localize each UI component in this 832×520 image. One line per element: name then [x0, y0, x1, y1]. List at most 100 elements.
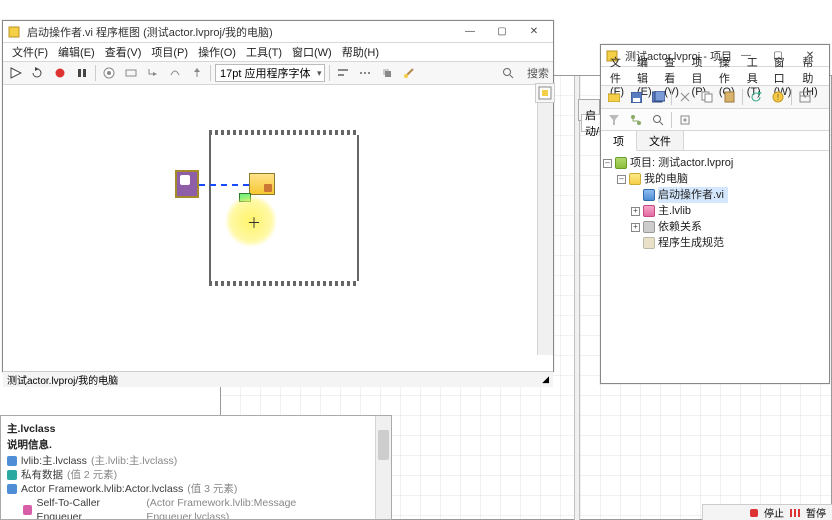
expander-icon[interactable]: +	[631, 207, 640, 216]
help-class-heading: 主.lvclass	[7, 422, 369, 436]
open-button[interactable]	[605, 88, 623, 106]
highlight-exec-button[interactable]	[100, 64, 118, 82]
scroll-thumb[interactable]	[378, 430, 389, 460]
tree-build-spec[interactable]: 程序生成规范	[603, 235, 827, 251]
launch-actor-node[interactable]	[249, 173, 275, 195]
pause-button[interactable]	[73, 64, 91, 82]
context-help-pane: 主.lvclass 说明信息. lvlib:主.lvclass (主.lvlib…	[0, 415, 392, 520]
vertical-scrollbar[interactable]	[537, 85, 553, 355]
class-icon	[7, 484, 17, 494]
help-content[interactable]: 主.lvclass 说明信息. lvlib:主.lvclass (主.lvlib…	[1, 416, 375, 519]
expander-icon[interactable]: –	[617, 175, 626, 184]
properties-button[interactable]	[796, 88, 814, 106]
resolve-conflicts-button[interactable]: !	[769, 88, 787, 106]
class-icon	[23, 505, 32, 515]
help-label: Self-To-Caller Enqueuer	[36, 496, 142, 519]
toolbar: 17pt 应用程序字体 搜索	[3, 61, 553, 85]
tree-label: 项目: 测试actor.lvproj	[630, 155, 733, 171]
run-button[interactable]	[7, 64, 25, 82]
help-row[interactable]: Self-To-Caller Enqueuer (Actor Framework…	[7, 496, 369, 519]
view-tabs: 项 文件	[601, 131, 829, 151]
retain-values-button[interactable]	[122, 64, 140, 82]
expander-icon[interactable]: –	[603, 159, 612, 168]
library-icon	[643, 205, 655, 217]
filter-button[interactable]	[605, 111, 623, 129]
vertical-scrollbar[interactable]	[375, 416, 391, 519]
help-row[interactable]: 私有数据 (值 2 元素)	[7, 468, 369, 482]
diagram-body: ＋	[3, 85, 553, 371]
resize-grip-icon[interactable]: ◢	[542, 374, 549, 385]
help-detail: (值 2 元素)	[67, 468, 117, 482]
abort-button[interactable]	[51, 64, 69, 82]
tree-my-computer[interactable]: – 我的电脑	[603, 171, 827, 187]
paste-button[interactable]	[720, 88, 738, 106]
font-selector[interactable]: 17pt 应用程序字体	[215, 64, 325, 82]
save-all-button[interactable]	[649, 88, 667, 106]
menu-project[interactable]: 项目(P)	[146, 44, 193, 60]
search-icon[interactable]	[499, 64, 517, 82]
expander-icon[interactable]: +	[631, 223, 640, 232]
maximize-button[interactable]: ▢	[487, 23, 517, 41]
status-path: 测试actor.lvproj/我的电脑	[7, 372, 118, 387]
tree-label: 我的电脑	[644, 171, 688, 187]
tree-launch-actor-vi[interactable]: 启动操作者.vi	[603, 187, 827, 203]
build-spec-icon	[643, 237, 655, 249]
search-label: 搜索	[527, 65, 549, 81]
tree-label: 主.lvlib	[658, 203, 691, 219]
separator	[742, 89, 743, 105]
actor-class-constant[interactable]	[175, 170, 199, 198]
cleanup-button[interactable]	[400, 64, 418, 82]
tab-items[interactable]: 项	[601, 131, 637, 151]
source-control-button[interactable]	[627, 111, 645, 129]
tree-dependencies[interactable]: + 依赖关系	[603, 219, 827, 235]
diagram-canvas[interactable]: ＋	[3, 85, 537, 371]
tab-files[interactable]: 文件	[637, 131, 684, 150]
menu-tools[interactable]: 工具(T)	[241, 44, 287, 60]
titlebar[interactable]: 启动操作者.vi 程序框图 (测试actor.lvproj/我的电脑) — ▢ …	[3, 21, 553, 43]
minimize-button[interactable]: —	[455, 23, 485, 41]
menu-operate[interactable]: 操作(O)	[193, 44, 241, 60]
menubar: 文件(F) 编辑(E) 查看(V) 项目(P) 操作(O) 工具(T) 窗口(W…	[3, 43, 553, 61]
save-button[interactable]	[627, 88, 645, 106]
svg-text:!: !	[777, 93, 779, 102]
class-wire[interactable]	[199, 184, 249, 186]
separator	[791, 89, 792, 105]
tree-label: 依赖关系	[658, 219, 702, 235]
background-splitter[interactable]	[574, 76, 580, 520]
close-button[interactable]: ✕	[519, 23, 549, 41]
connector-pane-icon[interactable]	[535, 83, 555, 103]
menu-view[interactable]: 查看(V)	[100, 44, 147, 60]
step-out-button[interactable]	[188, 64, 206, 82]
separator	[329, 65, 330, 81]
step-over-button[interactable]	[166, 64, 184, 82]
menu-window[interactable]: 窗口(W)	[287, 44, 337, 60]
menu-help[interactable]: 帮助(H)	[337, 44, 384, 60]
reorder-button[interactable]	[378, 64, 396, 82]
step-into-button[interactable]	[144, 64, 162, 82]
computer-icon	[629, 173, 641, 185]
help-detail: (值 3 元素)	[187, 482, 237, 496]
tree-main-lib[interactable]: + 主.lvlib	[603, 203, 827, 219]
copy-button[interactable]	[698, 88, 716, 106]
pause-label: 暂停	[806, 505, 826, 520]
help-row[interactable]: lvlib:主.lvclass (主.lvlib:主.lvclass)	[7, 454, 369, 468]
menu-edit[interactable]: 编辑(E)	[53, 44, 100, 60]
cut-button[interactable]	[676, 88, 694, 106]
refresh-button[interactable]	[747, 88, 765, 106]
cluster-icon	[7, 470, 17, 480]
tree-project-root[interactable]: – 项目: 测试actor.lvproj	[603, 155, 827, 171]
project-tree[interactable]: – 项目: 测试actor.lvproj – 我的电脑 启动操作者.vi + 主…	[601, 151, 829, 255]
pause-icon[interactable]	[790, 509, 800, 517]
separator	[671, 112, 672, 128]
run-continuously-button[interactable]	[29, 64, 47, 82]
find-button[interactable]	[649, 111, 667, 129]
stop-icon[interactable]	[750, 509, 758, 517]
expand-all-button[interactable]	[676, 111, 694, 129]
status-bar: 测试actor.lvproj/我的电脑 ◢	[3, 371, 553, 387]
distribute-button[interactable]	[356, 64, 374, 82]
help-row[interactable]: Actor Framework.lvlib:Actor.lvclass (值 3…	[7, 482, 369, 496]
menu-file[interactable]: 文件(F)	[7, 44, 53, 60]
menubar: 文件(F) 编辑(E) 查看(V) 项目(P) 操作(O) 工具(T) 窗口(W…	[601, 67, 829, 85]
block-diagram-window: 启动操作者.vi 程序框图 (测试actor.lvproj/我的电脑) — ▢ …	[2, 20, 554, 372]
align-button[interactable]	[334, 64, 352, 82]
